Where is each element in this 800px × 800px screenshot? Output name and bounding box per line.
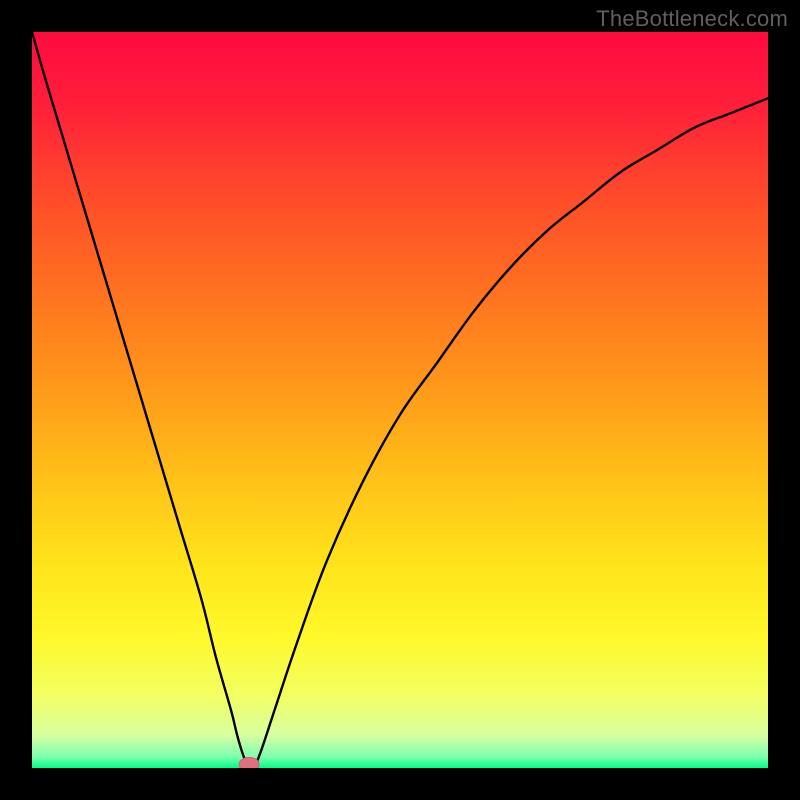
plot-area bbox=[32, 32, 768, 768]
minimum-marker bbox=[239, 757, 259, 768]
chart-frame: TheBottleneck.com bbox=[0, 0, 800, 800]
watermark-text: TheBottleneck.com bbox=[596, 6, 788, 32]
bottleneck-chart bbox=[32, 32, 768, 768]
